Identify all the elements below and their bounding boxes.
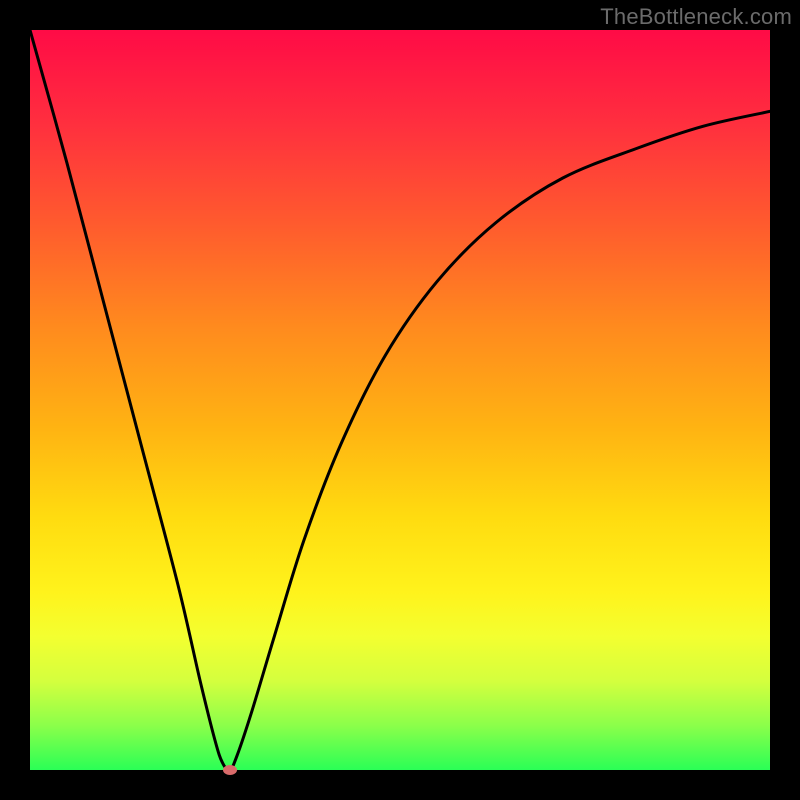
chart-frame: TheBottleneck.com	[0, 0, 800, 800]
curve-svg	[30, 30, 770, 770]
bottleneck-curve-path	[30, 30, 770, 770]
optimum-marker	[223, 765, 237, 775]
plot-area	[30, 30, 770, 770]
watermark-text: TheBottleneck.com	[600, 4, 792, 30]
